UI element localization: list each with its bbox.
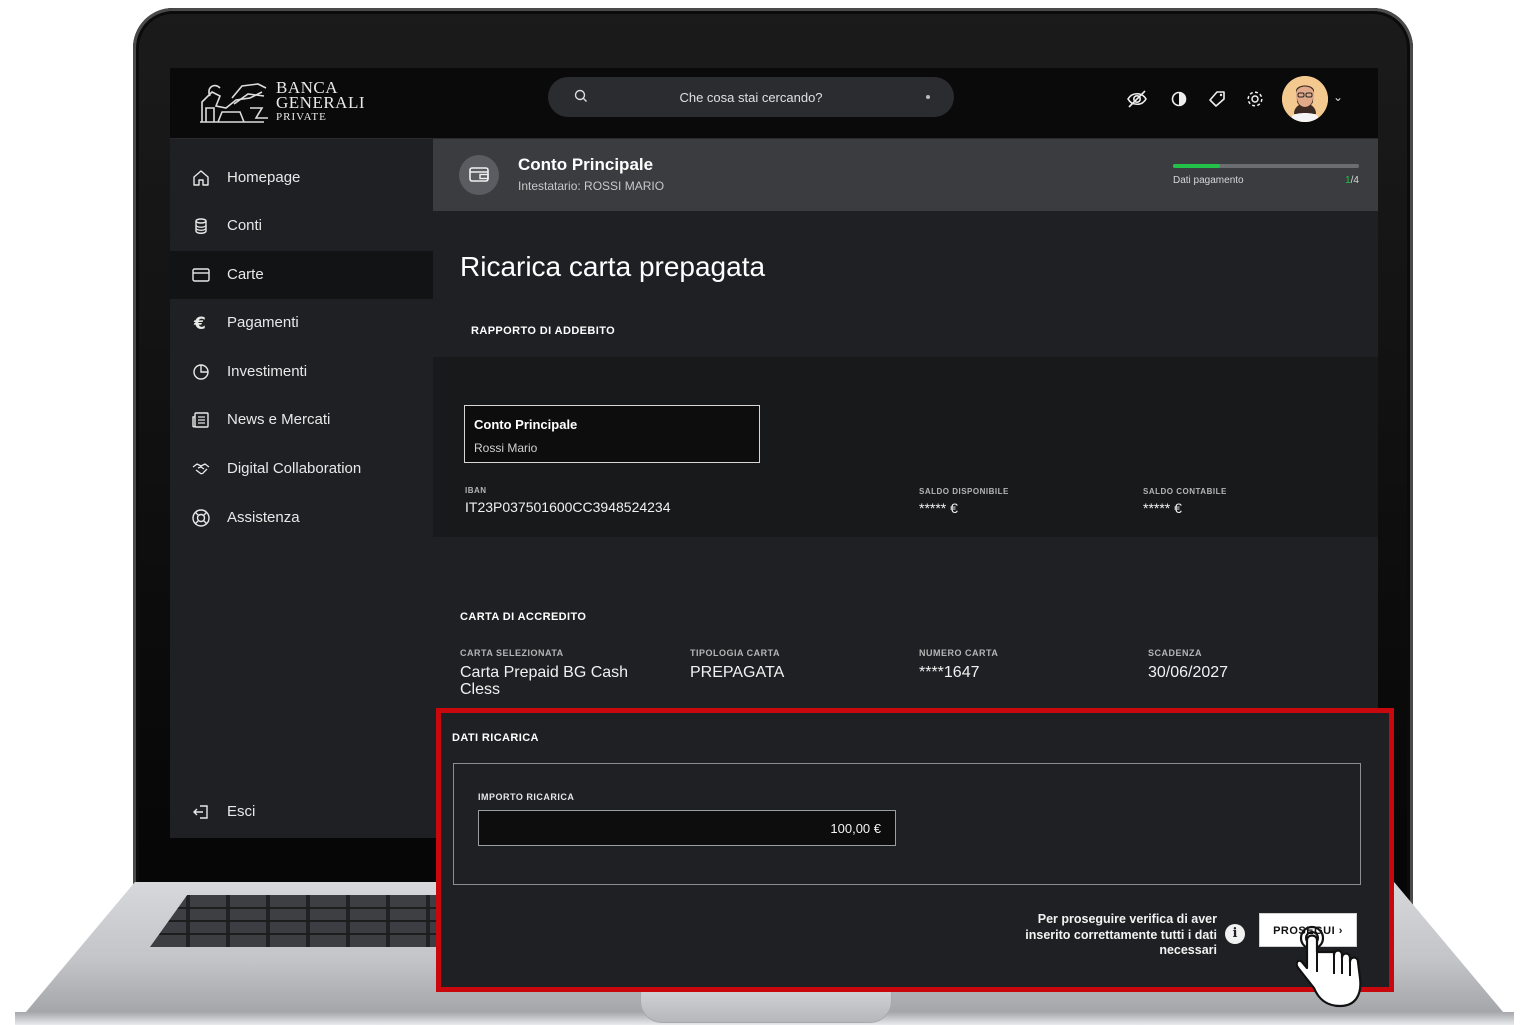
gear-icon[interactable]	[1244, 88, 1266, 110]
sidebar-item-conti[interactable]: Conti	[170, 202, 433, 250]
pie-chart-icon	[193, 364, 209, 380]
brand-logo[interactable]: BANCA GENERALI PRIVATE	[192, 78, 365, 128]
search-options-icon[interactable]	[926, 95, 930, 99]
svg-text:€: €	[193, 314, 206, 333]
home-icon	[193, 170, 209, 186]
card-number-label: NUMERO CARTA	[919, 648, 999, 658]
sidebar: Homepage Conti Carte € Pagamenti Investi…	[170, 139, 433, 838]
sidebar-item-carte[interactable]: Carte	[170, 251, 433, 299]
euro-icon: €	[193, 314, 206, 333]
chevron-down-icon[interactable]: ⌄	[1333, 90, 1343, 104]
card-number-value: ****1647	[919, 664, 980, 681]
card-icon	[192, 268, 210, 282]
sidebar-item-esci[interactable]: Esci	[170, 788, 433, 836]
proceed-hint: Per proseguire verifica di aver inserito…	[1025, 912, 1217, 957]
logout-icon	[193, 805, 208, 819]
tag-icon[interactable]	[1206, 88, 1228, 110]
search-placeholder: Che cosa stai cercando?	[679, 90, 823, 105]
sidebar-item-digital-collaboration[interactable]: Digital Collaboration	[170, 445, 433, 493]
available-balance-value: ***** €	[919, 500, 958, 516]
newspaper-icon	[192, 412, 209, 428]
search-bar[interactable]: Che cosa stai cercando?	[548, 77, 954, 117]
card-selected-label: CARTA SELEZIONATA	[460, 648, 564, 658]
accounting-balance-label: SALDO CONTABILE	[1143, 487, 1227, 496]
sidebar-item-pagamenti[interactable]: € Pagamenti	[170, 299, 433, 347]
card-expiry-value: 30/06/2027	[1148, 664, 1229, 681]
lifebuoy-icon	[192, 509, 210, 527]
sidebar-item-investimenti[interactable]: Investimenti	[170, 348, 433, 396]
debit-section-label: RAPPORTO DI ADDEBITO	[471, 325, 616, 337]
debit-account-select[interactable]: Conto Principale Rossi Mario	[464, 405, 760, 463]
accounting-balance-value: ***** €	[1143, 500, 1182, 516]
card-type-value: PREPAGATA	[690, 664, 785, 681]
eye-off-icon[interactable]	[1126, 88, 1148, 110]
sidebar-item-homepage[interactable]: Homepage	[170, 154, 433, 202]
user-avatar[interactable]	[1282, 76, 1328, 122]
iban-label: IBAN	[465, 486, 487, 495]
info-icon[interactable]: i	[1225, 924, 1245, 944]
hand-pointer-icon	[1296, 925, 1362, 1008]
card-expiry-label: SCADENZA	[1148, 648, 1203, 658]
page-title: Ricarica carta prepagata	[460, 251, 766, 282]
recharge-form-box: IMPORTO RICARICA 100,00 €	[453, 763, 1361, 885]
database-icon	[195, 218, 207, 234]
account-header: Conto Principale Intestatario: ROSSI MAR…	[433, 139, 1378, 211]
recharge-panel-highlight: DATI RICARICA IMPORTO RICARICA 100,00 € …	[436, 708, 1394, 992]
card-selected-value: Carta Prepaid BG Cash Cless	[460, 664, 629, 698]
contrast-icon[interactable]	[1168, 88, 1190, 110]
top-bar: BANCA GENERALI PRIVATE Che cosa stai cer…	[170, 68, 1378, 139]
progress-step: 1/4	[1345, 175, 1359, 186]
credit-section-label: CARTA DI ACCREDITO	[460, 611, 587, 623]
handshake-icon	[192, 463, 210, 475]
account-title: Conto Principale	[518, 155, 654, 174]
wallet-icon	[459, 155, 499, 195]
lion-logo-icon	[200, 83, 268, 123]
sidebar-item-news-e-mercati[interactable]: News e Mercati	[170, 396, 433, 444]
amount-label: IMPORTO RICARICA	[478, 792, 575, 802]
amount-input[interactable]: 100,00 €	[478, 810, 896, 846]
available-balance-label: SALDO DISPONIBILE	[919, 487, 1009, 496]
iban-value: IT23P037501600CC3948524234	[465, 499, 671, 515]
progress-label: Dati pagamento	[1173, 175, 1244, 186]
account-holder: Intestatario: ROSSI MARIO	[518, 179, 665, 193]
progress-fill	[1173, 164, 1220, 168]
progress-bar	[1173, 164, 1359, 168]
recharge-section-label: DATI RICARICA	[452, 732, 539, 744]
laptop-notch	[640, 992, 892, 1023]
sidebar-item-assistenza[interactable]: Assistenza	[170, 494, 433, 542]
brand-wordmark: BANCA GENERALI PRIVATE	[276, 78, 365, 123]
card-type-label: TIPOLOGIA CARTA	[690, 648, 780, 658]
debit-panel: Conto Principale Rossi Mario IBAN IT23P0…	[433, 357, 1378, 537]
